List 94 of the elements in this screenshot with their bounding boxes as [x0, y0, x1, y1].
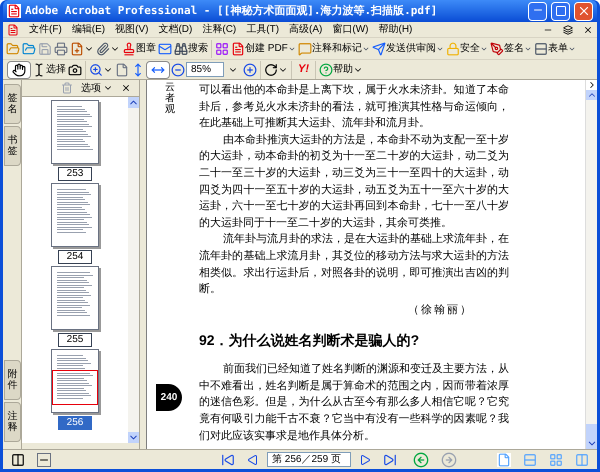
- folder-icon: [6, 42, 20, 56]
- camera-icon: [68, 62, 82, 76]
- previous-page-icon[interactable]: [247, 454, 259, 466]
- minimize-button[interactable]: [528, 2, 547, 20]
- side-tab[interactable]: 附件: [4, 360, 21, 400]
- scroll-down-icon[interactable]: [586, 438, 597, 449]
- scrollbar[interactable]: [585, 80, 597, 449]
- save-icon: [38, 42, 52, 56]
- menu-item[interactable]: 视图(V): [115, 22, 148, 37]
- close-icon[interactable]: [121, 83, 131, 93]
- window-title: Adobe Acrobat Professional - [[神秘方术面面观].海力波等.扫描版.pdf]: [25, 2, 438, 19]
- document-icon: [7, 24, 19, 36]
- comment-button[interactable]: 注释和标记: [296, 38, 371, 58]
- forms-button[interactable]: 表单: [532, 38, 577, 58]
- scroll-down-icon[interactable]: [128, 432, 139, 443]
- app-icon: [7, 4, 21, 18]
- menu-item[interactable]: 高级(A): [289, 22, 322, 37]
- close-button[interactable]: [574, 2, 593, 20]
- toolbar-logo[interactable]: Y!: [294, 61, 313, 78]
- menu-item[interactable]: 窗口(W): [332, 22, 368, 37]
- menu-item[interactable]: 帮助(H): [378, 22, 412, 37]
- comment-icon: [298, 42, 312, 56]
- security-icon: [446, 42, 460, 56]
- menu-item[interactable]: 文档(D): [158, 22, 192, 37]
- mail-icon: [158, 42, 172, 56]
- panel-toggle-icon[interactable]: [11, 452, 25, 466]
- fit-width-button[interactable]: [146, 60, 170, 78]
- body-paragraph: 流年卦与流月卦的求法，是在大运卦的基础上求流年卦，在流年卦的基础上求流月卦，其爻位的移动方法与求大运卦的方法相类似。求出行运卦后，对照各卦的说明，即可推演出吉凶的判断。: [199, 232, 509, 298]
- sign-icon: [490, 42, 504, 56]
- page-thumbnail[interactable]: [51, 266, 99, 330]
- paperclip-icon: [96, 42, 110, 56]
- author-name: （徐翰丽）: [408, 302, 473, 318]
- search-icon: [174, 42, 188, 56]
- maximize-icon: [554, 5, 566, 17]
- body-paragraph: 可以看出他的本命卦是上离下坎，属于火水未济卦。知道了本命卦后，参考兑火水未济卦的看法，就可推演其性格与命运倾向，在此基础上可推断其大运卦、流年卦和流月卦。: [199, 82, 509, 132]
- options-menu[interactable]: 选项: [81, 80, 113, 96]
- page-thumbnail-label: 256: [58, 416, 92, 430]
- create-pdf-icon: [231, 42, 245, 56]
- hand-tool-button[interactable]: [7, 60, 31, 78]
- back-icon[interactable]: [413, 452, 429, 468]
- stamp-icon: [122, 42, 136, 56]
- section-heading: 92．为什么说姓名判断术是骗人的?: [199, 331, 420, 350]
- next-page-icon[interactable]: [359, 454, 371, 466]
- print-icon: [54, 42, 68, 56]
- scroll-thumb[interactable]: [586, 424, 597, 438]
- forms-icon: [534, 42, 548, 56]
- zoom-in-icon: [89, 62, 103, 76]
- security-button[interactable]: 安全: [444, 38, 489, 58]
- hand-icon: [12, 62, 26, 76]
- side-tab[interactable]: 注释: [4, 402, 21, 442]
- menu-item[interactable]: 工具(T): [246, 22, 280, 37]
- select-tool-button[interactable]: 选择: [31, 60, 67, 80]
- page-number-badge: 240: [156, 384, 182, 411]
- page-thumbnail-label: 255: [58, 333, 92, 347]
- zoom-field[interactable]: 85%: [186, 62, 224, 77]
- maximize-button[interactable]: [551, 2, 570, 20]
- minus-icon: [171, 62, 185, 76]
- stamp-button[interactable]: 图章: [121, 38, 157, 58]
- help-icon: [319, 62, 333, 76]
- side-tab[interactable]: 书签: [4, 126, 21, 166]
- page-thumbnail[interactable]: [51, 349, 99, 413]
- page-thumbnail[interactable]: [51, 100, 99, 164]
- page-field[interactable]: 第 256／259 页: [267, 452, 351, 467]
- review-button[interactable]: 发送供审阅: [370, 38, 445, 58]
- scroll-up-icon[interactable]: [128, 97, 139, 108]
- sign-button[interactable]: 签名: [488, 38, 533, 58]
- page-icon: [115, 62, 129, 76]
- menu-item[interactable]: 注释(C): [202, 22, 236, 37]
- first-page-icon[interactable]: [221, 452, 235, 466]
- side-tab[interactable]: 签名: [4, 84, 21, 124]
- scrollbar[interactable]: [128, 97, 139, 443]
- single-page-icon[interactable]: [497, 452, 511, 466]
- body-paragraph: 由本命卦推演大运卦的方法是，本命卦不动为支配一至十岁的大运卦，动本命卦的初爻为十一至二十岁的大运卦，动二爻为二十一至三十岁的大运卦，动三爻为三十一至四十的大运卦，动四爻为四十一至五十岁的大运卦，动五爻为五十一至六十岁的大运卦，六十一至七十岁的大运卦再回到本命卦，七十一至八十岁的大运卦同于十一至二十岁的大运卦，其余可类推。: [199, 132, 509, 231]
- menu-item[interactable]: 编辑(E): [72, 22, 106, 37]
- menu-item[interactable]: 文件(F): [29, 22, 62, 37]
- collapse-icon[interactable]: [37, 452, 51, 466]
- last-page-icon[interactable]: [383, 452, 397, 466]
- scroll-up-icon[interactable]: [586, 90, 597, 100]
- create-pdf-button[interactable]: 创建 PDF: [230, 38, 297, 58]
- help-button[interactable]: 帮助: [318, 60, 364, 80]
- page-thumbnail[interactable]: [51, 183, 99, 247]
- grid-icon: [215, 42, 229, 56]
- file-plus-icon: [70, 42, 84, 56]
- folder-icon: [22, 42, 36, 56]
- restore-icon[interactable]: [563, 24, 573, 34]
- body-paragraph: 前面我们已经知道了姓名判断的渊源和变迁及主要方法，从中不难看出，姓名判断是属于算命术的范围之内，因而带着浓厚的迷信色彩。但是，为什么从古至今有那么多人相信它呢？它究竟有何吸引力能千古不衰？它当中有没有一些科学的因素呢？我们对此应该实事求是地作具体分析。: [199, 362, 509, 444]
- rotate-icon: [264, 62, 278, 76]
- search-button[interactable]: 搜索: [173, 38, 209, 58]
- close-icon[interactable]: [583, 24, 593, 34]
- page-thumbnail-label: 253: [58, 167, 92, 181]
- margin-text: 云者观: [165, 82, 175, 115]
- review-icon: [372, 42, 386, 56]
- page-thumbnail-label: 254: [58, 250, 92, 264]
- plus-icon: [243, 62, 257, 76]
